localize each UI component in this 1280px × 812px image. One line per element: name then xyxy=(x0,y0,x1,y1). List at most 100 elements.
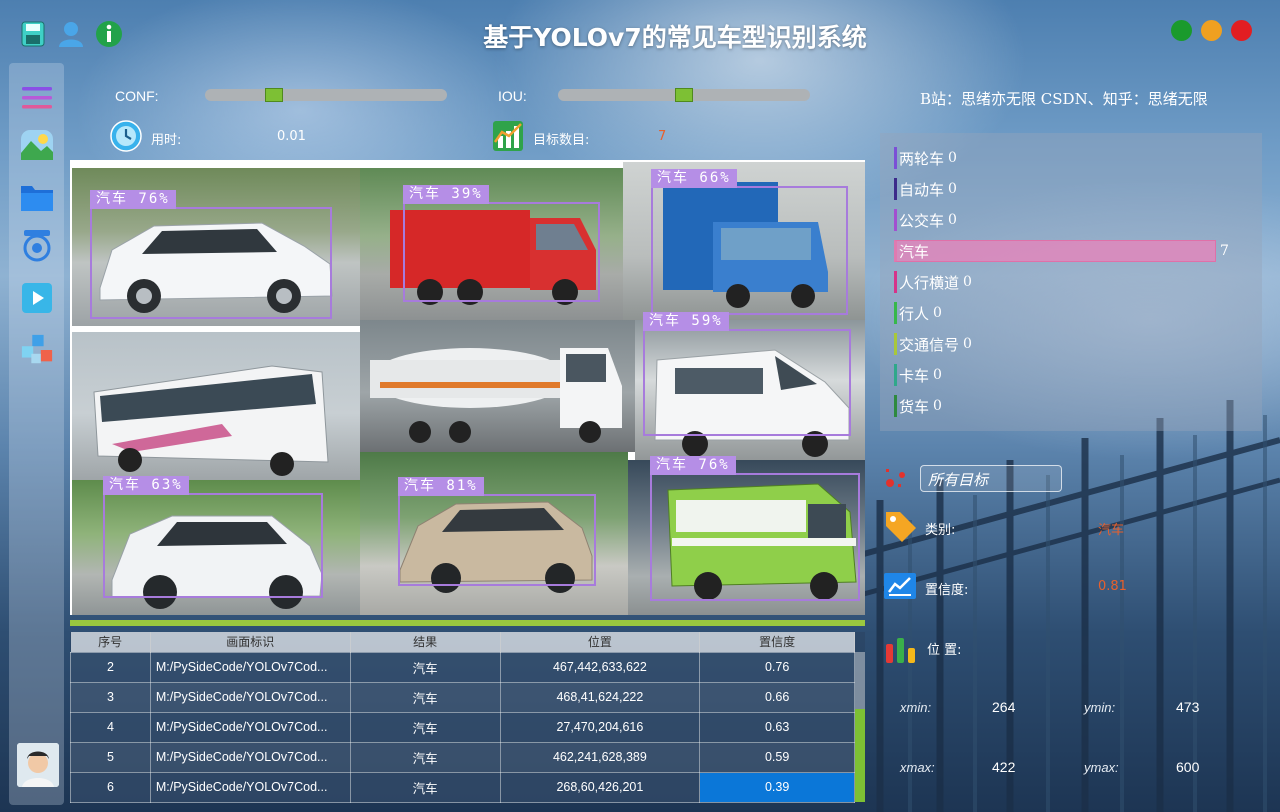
cell-confidence: 0.63 xyxy=(699,711,855,743)
position-bars-icon xyxy=(886,638,915,663)
header-index[interactable]: 序号 xyxy=(70,632,151,652)
class-row: 人行横道 0 xyxy=(894,271,972,293)
cell-result: 汽车 xyxy=(349,651,501,683)
cell-source: M:/PySideCode/YOLOv7Cod... xyxy=(149,681,351,713)
header-result[interactable]: 结果 xyxy=(350,632,501,652)
header-confidence[interactable]: 置信度 xyxy=(699,632,855,652)
results-table[interactable]: 序号 画面标识 结果 位置 置信度 2 M:/PySideCode/YOLOv7… xyxy=(70,632,865,803)
cell-position: 27,470,204,616 xyxy=(499,711,701,743)
class-count-panel: 两轮车 0 自动车 0 公交车 0 汽车 7 人行横道 0 行人 0 交通信号 0 卡车 0 货车 0 xyxy=(880,133,1262,431)
class-bar: 货车 xyxy=(894,395,929,417)
detection-image[interactable]: 汽车 76% 汽车 39% 汽车 66% 汽车 59% 汽车 63% 汽车 81… xyxy=(70,160,865,615)
detection-box: 汽车 81% xyxy=(398,477,596,586)
author-credit: B站：思绪亦无限 CSDN、知乎：思绪无限 xyxy=(920,90,1208,108)
chart-icon xyxy=(493,121,523,151)
time-value: 0.01 xyxy=(277,129,306,144)
model-cubes-icon[interactable] xyxy=(20,333,54,367)
class-bar: 人行横道 xyxy=(894,271,959,293)
cell-source: M:/PySideCode/YOLOv7Cod... xyxy=(149,711,351,743)
cell-confidence: 0.66 xyxy=(699,681,855,713)
cell-result: 汽车 xyxy=(349,771,501,803)
menu-icon[interactable] xyxy=(20,81,54,115)
cell-position: 268,60,426,201 xyxy=(499,771,701,803)
conf-slider-handle[interactable] xyxy=(265,88,283,102)
time-label: 用时: xyxy=(151,133,182,148)
cell-confidence: 0.59 xyxy=(699,741,855,773)
cell-index: 3 xyxy=(70,681,151,713)
confidence-label: 置信度: xyxy=(925,583,969,598)
table-scrollbar[interactable] xyxy=(855,652,865,802)
image-tile xyxy=(360,320,635,452)
detection-label: 汽车 81% xyxy=(398,477,484,496)
table-row-selected[interactable]: 6 M:/PySideCode/YOLOv7Cod... 汽车 268,60,4… xyxy=(70,771,855,803)
table-row[interactable]: 4 M:/PySideCode/YOLOv7Cod... 汽车 27,470,2… xyxy=(70,711,855,743)
conf-label: CONF: xyxy=(115,88,159,104)
minimize-button[interactable] xyxy=(1201,20,1222,41)
confidence-icon xyxy=(884,573,916,599)
detection-label: 汽车 66% xyxy=(651,169,737,188)
cell-result: 汽车 xyxy=(349,741,501,773)
iou-slider[interactable] xyxy=(558,88,810,102)
background-fence xyxy=(860,400,1280,812)
xmin-label: xmin: xyxy=(900,700,932,715)
table-row[interactable]: 5 M:/PySideCode/YOLOv7Cod... 汽车 462,241,… xyxy=(70,741,855,773)
cell-position: 468,41,624,222 xyxy=(499,681,701,713)
iou-label: IOU: xyxy=(498,88,527,104)
detection-box: 汽车 39% xyxy=(403,185,600,302)
sidebar xyxy=(9,63,64,805)
maximize-button[interactable] xyxy=(1171,20,1192,41)
detection-label: 汽车 39% xyxy=(403,185,489,204)
table-row[interactable]: 3 M:/PySideCode/YOLOv7Cod... 汽车 468,41,6… xyxy=(70,681,855,713)
class-count: 0 xyxy=(948,181,957,197)
cell-position: 462,241,628,389 xyxy=(499,741,701,773)
video-icon[interactable] xyxy=(20,281,54,315)
class-row: 货车 0 xyxy=(894,395,942,417)
camera-icon[interactable] xyxy=(20,228,54,262)
clock-icon xyxy=(110,120,142,152)
ymin-label: ymin: xyxy=(1084,700,1116,715)
folder-icon[interactable] xyxy=(20,180,54,214)
cell-source: M:/PySideCode/YOLOv7Cod... xyxy=(149,651,351,683)
detection-box: 汽车 76% xyxy=(650,456,860,601)
iou-slider-handle[interactable] xyxy=(675,88,693,102)
position-label: 位 置: xyxy=(927,643,962,658)
cell-index: 4 xyxy=(70,711,151,743)
window-controls xyxy=(1171,20,1252,41)
table-row[interactable]: 2 M:/PySideCode/YOLOv7Cod... 汽车 467,442,… xyxy=(70,651,855,683)
class-count: 0 xyxy=(933,305,942,321)
close-button[interactable] xyxy=(1231,20,1252,41)
cell-result: 汽车 xyxy=(349,681,501,713)
target-select[interactable]: 所有目标 xyxy=(920,465,1062,492)
detection-label: 汽车 76% xyxy=(90,190,176,209)
ymax-value: 600 xyxy=(1176,759,1200,775)
class-row: 自动车 0 xyxy=(894,178,957,200)
avatar[interactable] xyxy=(17,743,59,787)
cell-confidence-selected[interactable]: 0.39 xyxy=(699,771,855,803)
cell-index: 5 xyxy=(70,741,151,773)
table-scrollbar-thumb[interactable] xyxy=(855,709,865,802)
class-row: 交通信号 0 xyxy=(894,333,972,355)
conf-slider[interactable] xyxy=(205,88,447,102)
class-count: 0 xyxy=(963,274,972,290)
header-position[interactable]: 位置 xyxy=(500,632,701,652)
target-icon xyxy=(886,469,905,487)
category-label: 类别: xyxy=(925,523,956,538)
class-bar: 汽车 xyxy=(894,240,1216,262)
class-bar: 公交车 xyxy=(894,209,944,231)
detection-label: 汽车 59% xyxy=(643,312,729,331)
cell-source: M:/PySideCode/YOLOv7Cod... xyxy=(149,741,351,773)
xmax-label: xmax: xyxy=(900,760,935,775)
detection-label: 汽车 63% xyxy=(103,476,189,495)
class-count: 0 xyxy=(933,398,942,414)
cell-position: 467,442,633,622 xyxy=(499,651,701,683)
progress-bar xyxy=(70,620,865,626)
header-source[interactable]: 画面标识 xyxy=(150,632,351,652)
image-icon[interactable] xyxy=(20,128,54,162)
image-tile xyxy=(72,332,360,480)
category-value: 汽车 xyxy=(1098,523,1125,538)
class-row: 公交车 0 xyxy=(894,209,957,231)
class-bar: 交通信号 xyxy=(894,333,959,355)
class-row: 两轮车 0 xyxy=(894,147,957,169)
class-count: 0 xyxy=(963,336,972,352)
detection-box: 汽车 59% xyxy=(643,312,851,436)
